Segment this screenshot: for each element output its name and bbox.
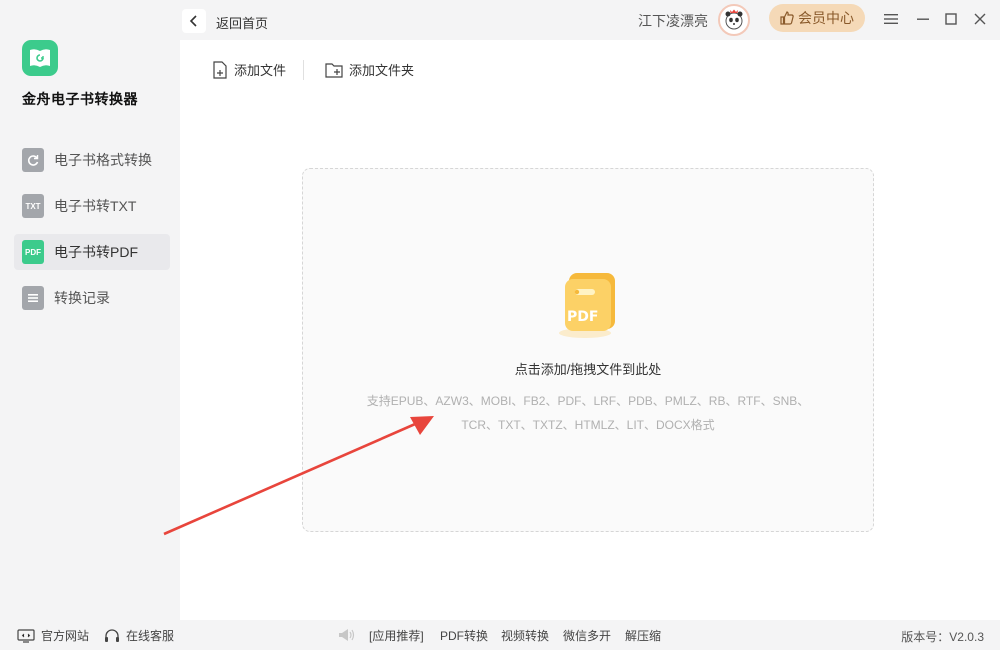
maximize-button[interactable] bbox=[940, 9, 962, 29]
avatar[interactable] bbox=[718, 4, 750, 36]
list-icon bbox=[22, 286, 44, 310]
add-folder-label: 添加文件夹 bbox=[349, 63, 415, 78]
thumb-up-icon bbox=[780, 11, 794, 25]
back-label[interactable]: 返回首页 bbox=[216, 13, 268, 32]
panda-avatar-icon bbox=[725, 9, 743, 30]
toolbar-divider bbox=[303, 60, 304, 80]
username: 江下凌漂亮 bbox=[638, 13, 708, 29]
minimize-button[interactable] bbox=[912, 9, 934, 29]
close-button[interactable] bbox=[969, 9, 991, 29]
svg-text:PDF: PDF bbox=[567, 309, 598, 325]
vip-label: 会员中心 bbox=[798, 10, 854, 26]
sidebar-item-label: 电子书转PDF bbox=[54, 244, 138, 260]
add-folder-icon bbox=[325, 62, 343, 78]
sidebar-item-format-convert[interactable]: 电子书格式转换 bbox=[14, 142, 170, 178]
minimize-icon bbox=[917, 18, 929, 20]
sidebar-nav: 电子书格式转换 TXT 电子书转TXT PDF 电子书转PDF 转换记录 bbox=[14, 142, 170, 326]
title-bar: 返回首页 江下凌漂亮 会员中心 bbox=[180, 0, 1000, 40]
menu-button[interactable] bbox=[880, 9, 902, 29]
sidebar: 金舟电子书转换器 电子书格式转换 TXT 电子书转TXT PDF 电子书转PDF… bbox=[0, 0, 180, 620]
pdf-file-icon: PDF bbox=[553, 269, 623, 341]
drop-zone-title: 点击添加/拖拽文件到此处 bbox=[514, 362, 662, 377]
hamburger-menu-icon bbox=[884, 14, 898, 24]
add-folder-button[interactable]: 添加文件夹 bbox=[325, 60, 414, 79]
footer-link-unzip[interactable]: 解压缩 bbox=[625, 627, 661, 644]
close-icon bbox=[974, 13, 986, 25]
txt-icon: TXT bbox=[22, 194, 44, 218]
pdf-icon: PDF bbox=[22, 240, 44, 264]
footer-link-pdf-convert[interactable]: PDF转换 bbox=[440, 627, 488, 644]
refresh-book-icon bbox=[22, 148, 44, 172]
megaphone-icon bbox=[337, 627, 357, 646]
sidebar-item-label: 电子书格式转换 bbox=[54, 152, 152, 168]
sidebar-item-to-pdf[interactable]: PDF 电子书转PDF bbox=[14, 234, 170, 270]
vip-center-button[interactable]: 会员中心 bbox=[769, 4, 865, 32]
sidebar-item-history[interactable]: 转换记录 bbox=[14, 280, 170, 316]
app-logo-icon bbox=[22, 40, 58, 76]
monitor-icon bbox=[17, 628, 35, 643]
sidebar-item-label: 转换记录 bbox=[54, 290, 110, 306]
maximize-icon bbox=[945, 13, 957, 25]
annotation-arrow-icon bbox=[163, 416, 434, 536]
official-website-label: 官方网站 bbox=[41, 629, 90, 643]
app-recommend-label: [应用推荐] bbox=[369, 629, 424, 643]
footer-link-video-convert[interactable]: 视频转换 bbox=[501, 627, 549, 644]
official-website-link[interactable]: 官方网站 bbox=[17, 627, 89, 644]
add-file-label: 添加文件 bbox=[234, 63, 287, 78]
online-support-link[interactable]: 在线客服 bbox=[104, 627, 174, 644]
headset-icon bbox=[105, 628, 119, 642]
online-support-label: 在线客服 bbox=[126, 629, 175, 643]
chevron-left-icon bbox=[189, 15, 197, 27]
add-file-icon bbox=[213, 60, 227, 79]
sidebar-item-to-txt[interactable]: TXT 电子书转TXT bbox=[14, 188, 170, 224]
version-label: 版本号：V2.0.3 bbox=[901, 630, 984, 644]
status-bar: 官方网站 在线客服 [应用推荐] PDF转换 视频转换 微信多开 解压缩 版本号… bbox=[0, 620, 1000, 650]
sidebar-item-label: 电子书转TXT bbox=[54, 198, 137, 214]
back-button[interactable] bbox=[182, 9, 206, 33]
add-file-button[interactable]: 添加文件 bbox=[212, 60, 286, 79]
footer-link-wechat-multi[interactable]: 微信多开 bbox=[563, 627, 611, 644]
app-title: 金舟电子书转换器 bbox=[22, 91, 138, 107]
